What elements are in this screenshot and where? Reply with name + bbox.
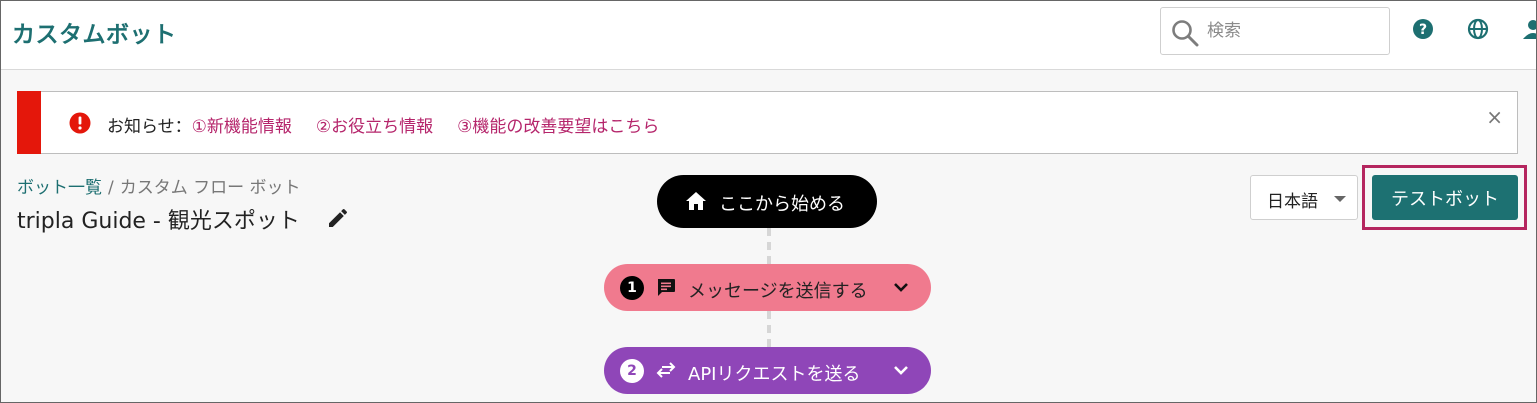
svg-text:?: ? [1419,22,1427,38]
help-icon[interactable]: ? [1412,18,1434,40]
start-node[interactable]: ここから始める [657,175,877,228]
notice-link-tips[interactable]: ②お役立ち情報 [316,117,433,137]
globe-icon[interactable] [1467,18,1489,40]
top-header: カスタムボット ? [1,1,1536,70]
chevron-down-icon[interactable] [893,282,909,293]
notice-text: お知らせ：①新機能情報 ②お役立ち情報 ③機能の改善要望はこちら [107,112,659,137]
step-label: APIリクエストを送る [688,364,861,385]
close-icon[interactable]: × [1486,105,1503,129]
notice-link-feedback[interactable]: ③機能の改善要望はこちら [457,117,659,137]
flow-connector [767,228,771,264]
flow-step-send-message[interactable]: 1 メッセージを送信する [604,264,931,311]
edit-icon[interactable] [326,206,350,230]
language-select[interactable]: 日本語 [1250,175,1358,220]
search-box[interactable] [1160,7,1390,55]
alert-icon [69,112,91,134]
breadcrumb: ボット一覧 / カスタム フロー ボット [17,173,301,198]
user-icon[interactable] [1523,18,1536,40]
app-title: カスタムボット [12,22,177,48]
breadcrumb-bot-list[interactable]: ボット一覧 [17,178,102,198]
notice-banner: お知らせ：①新機能情報 ②お役立ち情報 ③機能の改善要望はこちら × [17,91,1518,154]
caret-down-icon [1334,196,1346,202]
flow-step-api-request[interactable]: 2 APIリクエストを送る [604,347,931,394]
notice-link-new-features[interactable]: ①新機能情報 [192,117,292,137]
step-number: 1 [620,276,644,300]
search-input[interactable] [1207,18,1377,44]
search-icon [1172,20,1199,47]
breadcrumb-separator: / [108,178,114,198]
notice-accent-bar [17,91,41,154]
chevron-down-icon[interactable] [893,365,909,376]
breadcrumb-current: カスタム フロー ボット [119,178,301,198]
chat-icon [658,279,675,296]
swap-arrows-icon [656,362,676,378]
notice-prefix: お知らせ： [107,117,192,137]
step-label: メッセージを送信する [688,281,868,302]
page-title: tripla Guide - 観光スポット [17,209,300,234]
flow-connector [767,311,771,347]
test-bot-button[interactable]: テストボット [1372,175,1518,220]
step-number: 2 [620,359,644,383]
app-window: カスタムボット ? お知らせ： [0,0,1537,403]
start-node-label: ここから始める [719,194,845,215]
language-selected: 日本語 [1267,192,1318,212]
home-icon [686,192,706,210]
